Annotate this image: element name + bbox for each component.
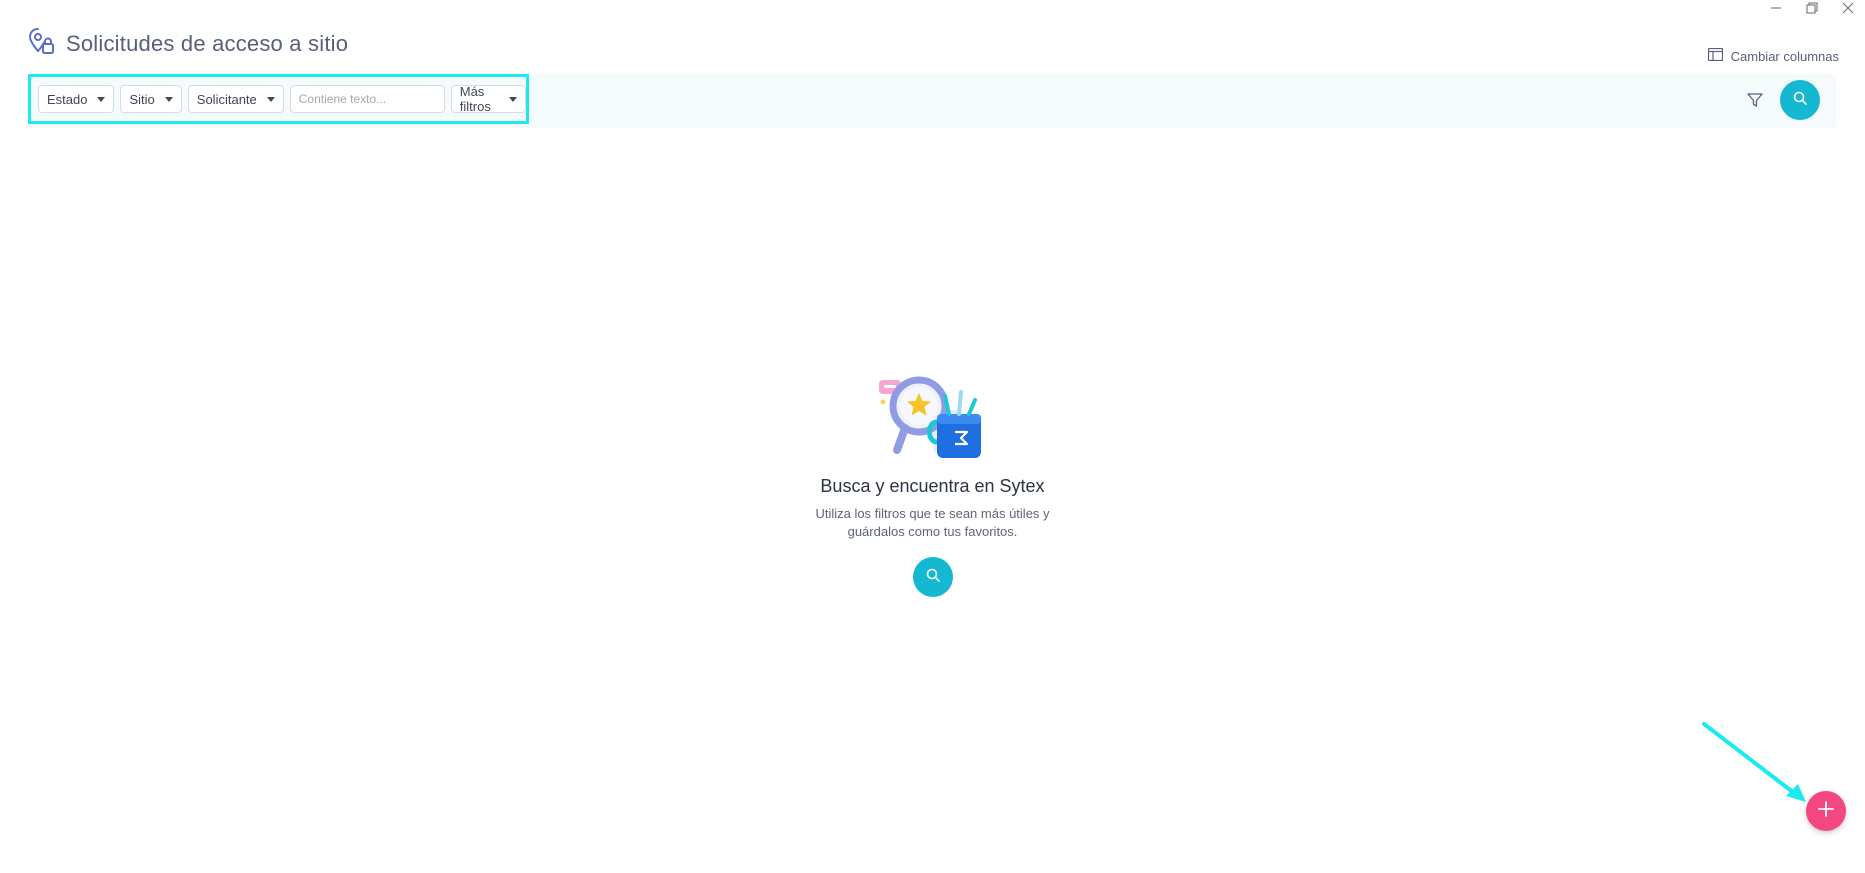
- caret-down-icon: [164, 96, 173, 102]
- sitio-filter-label: Sitio: [129, 91, 155, 107]
- change-columns-button[interactable]: Cambiar columnas: [1707, 47, 1839, 64]
- sitio-filter-dropdown[interactable]: Sitio: [120, 85, 182, 113]
- search-icon: [1792, 90, 1808, 111]
- funnel-icon[interactable]: [1746, 91, 1764, 109]
- location-lock-icon: [26, 26, 56, 61]
- empty-state: Busca y encuentra en Sytex Utiliza los f…: [0, 370, 1865, 597]
- change-columns-label: Cambiar columnas: [1730, 48, 1839, 64]
- caret-down-icon: [266, 96, 275, 102]
- annotation-arrow-icon: [1702, 722, 1806, 802]
- more-filters-label: Más filtros: [459, 84, 491, 114]
- page-header: Solicitudes de acceso a sitio: [26, 26, 348, 61]
- caret-down-icon: [509, 96, 517, 102]
- filter-bar: Estado Sitio Solicitante Más filtros: [28, 74, 1836, 128]
- empty-state-description: Utiliza los filtros que te sean más útil…: [815, 506, 1050, 539]
- columns-icon: [1707, 47, 1723, 64]
- text-search-input[interactable]: [289, 85, 445, 113]
- plus-icon: [1817, 800, 1835, 823]
- restore-icon[interactable]: [1803, 0, 1821, 16]
- search-illustration-icon: [877, 370, 989, 464]
- empty-state-title: Busca y encuentra en Sytex: [820, 476, 1045, 496]
- filter-group: Estado Sitio Solicitante Más filtros: [28, 74, 529, 124]
- search-icon: [925, 567, 941, 588]
- caret-down-icon: [97, 96, 106, 102]
- page: Solicitudes de acceso a sitio Cambiar co…: [0, 0, 1865, 873]
- estado-filter-dropdown[interactable]: Estado: [38, 85, 115, 113]
- more-filters-dropdown[interactable]: Más filtros: [450, 84, 526, 114]
- page-title: Solicitudes de acceso a sitio: [66, 30, 349, 56]
- close-icon[interactable]: [1839, 0, 1857, 16]
- empty-state-search-button[interactable]: [912, 557, 953, 597]
- solicitante-filter-dropdown[interactable]: Solicitante: [187, 85, 284, 113]
- estado-filter-label: Estado: [47, 91, 88, 107]
- solicitante-filter-label: Solicitante: [196, 91, 257, 107]
- search-button[interactable]: [1780, 80, 1820, 120]
- add-button[interactable]: [1806, 791, 1846, 831]
- window-controls: [1767, 0, 1857, 16]
- minimize-icon[interactable]: [1767, 0, 1785, 16]
